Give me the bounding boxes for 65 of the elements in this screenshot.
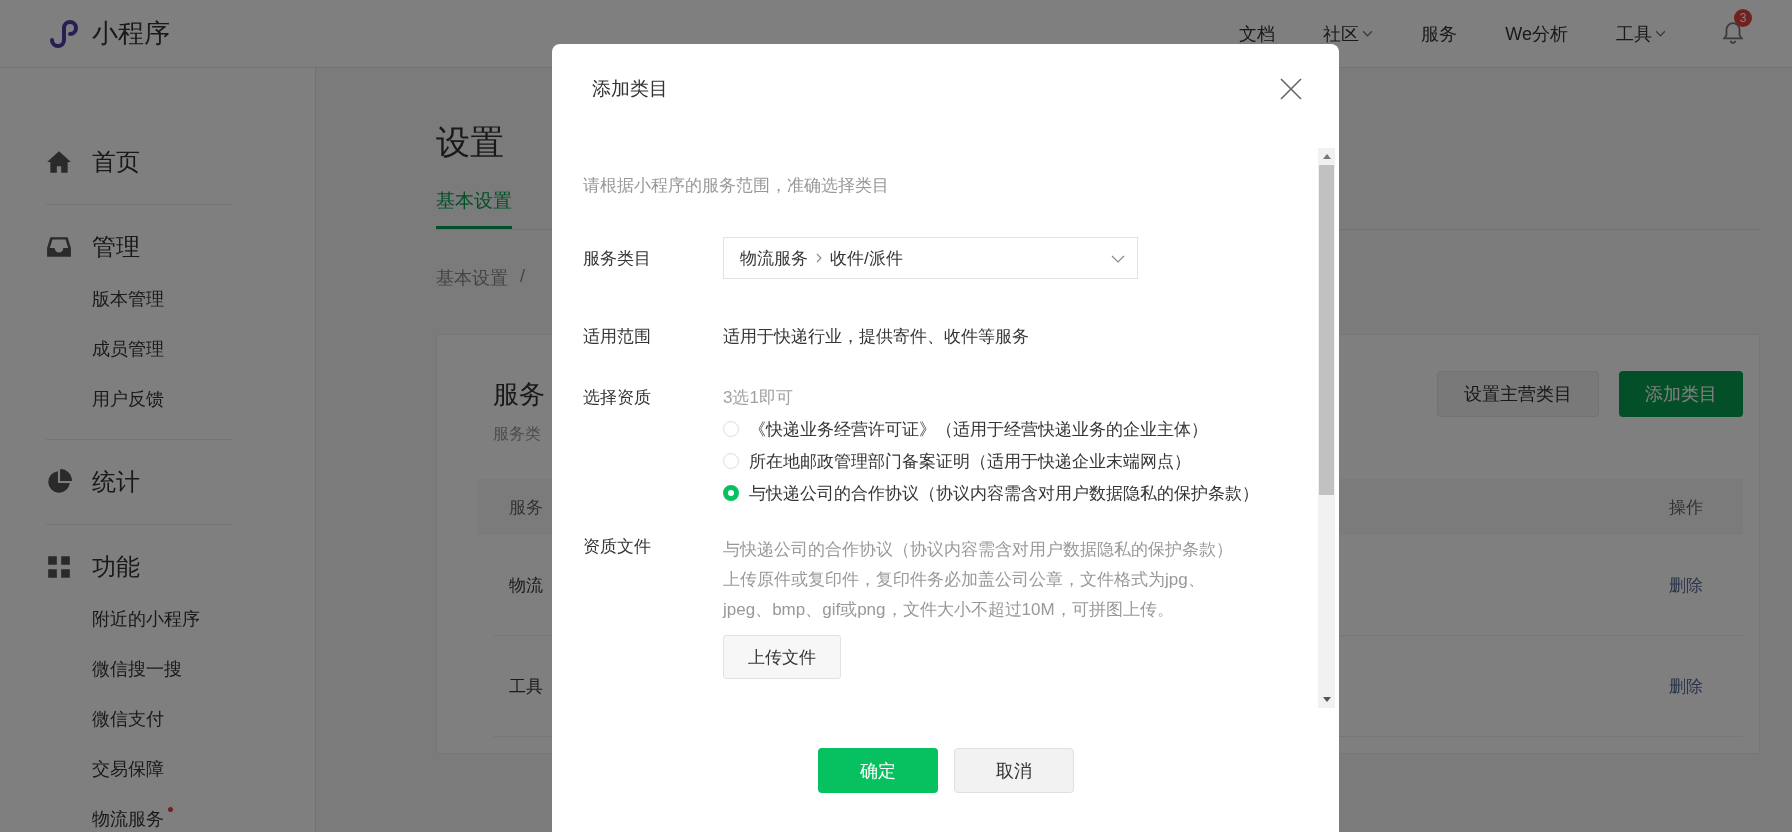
nav-link[interactable]: 工具 bbox=[1616, 21, 1666, 46]
notification-dot bbox=[168, 807, 173, 812]
action-button[interactable]: 添加类目 bbox=[1619, 371, 1743, 417]
table-cell-text: 工具 bbox=[509, 675, 543, 698]
sidebar-item[interactable]: 附近的小程序 bbox=[92, 607, 200, 631]
sidebar-section[interactable]: 功能 bbox=[92, 551, 140, 583]
field-hint: 3选1即可 bbox=[723, 387, 794, 409]
dialog-hint: 请根据小程序的服务范围，准确选择类目 bbox=[583, 175, 890, 197]
page-title: 设置 bbox=[436, 122, 504, 163]
sidebar-section[interactable]: 管理 bbox=[92, 231, 140, 263]
section-title: 服务 bbox=[493, 378, 545, 411]
breadcrumb-item: / bbox=[520, 266, 525, 288]
notification-badge: 3 bbox=[1734, 8, 1752, 27]
nav-link[interactable]: 文档 bbox=[1239, 21, 1276, 46]
delete-link[interactable]: 删除 bbox=[1669, 573, 1703, 597]
caret-icon bbox=[1111, 255, 1125, 263]
radio-label: 与快递公司的合作协议（协议内容需含对用户数据隐私的保护条款） bbox=[749, 482, 1259, 505]
home-icon bbox=[46, 149, 72, 175]
select-value: 物流服务 bbox=[740, 247, 808, 270]
scroll-down-icon[interactable] bbox=[1322, 697, 1331, 702]
table-cell-text: 物流 bbox=[509, 574, 543, 597]
column-header: 操作 bbox=[1669, 496, 1703, 519]
radio-label: 所在地邮政管理部门备案证明（适用于快递企业末端网点） bbox=[749, 450, 1191, 473]
dialog-button[interactable]: 取消 bbox=[953, 748, 1074, 793]
close-icon[interactable] bbox=[1279, 77, 1303, 101]
field-label: 资质文件 bbox=[583, 536, 652, 558]
column-header: 服务 bbox=[509, 496, 543, 519]
radio-button[interactable] bbox=[723, 485, 739, 501]
radio-label: 《快递业务经营许可证》（适用于经营快递业务的企业主体） bbox=[749, 418, 1208, 441]
bell-icon[interactable] bbox=[1722, 20, 1744, 45]
field-label: 选择资质 bbox=[583, 387, 652, 409]
dialog-title: 添加类目 bbox=[592, 77, 668, 101]
nav-link[interactable]: 社区 bbox=[1323, 21, 1374, 46]
tab[interactable]: 基本设置 bbox=[436, 188, 512, 229]
chevron-icon bbox=[816, 253, 822, 263]
app-name: 小程序 bbox=[92, 17, 170, 50]
sidebar-item[interactable]: 成员管理 bbox=[92, 337, 164, 361]
field-label: 适用范围 bbox=[583, 326, 652, 348]
dialog-button[interactable]: 确定 bbox=[817, 748, 938, 793]
upload-instructions: 上传原件或复印件，复印件务必加盖公司公章，文件格式为jpg、jpeg、bmp、gif或png，文件大小不超过10M，可拼图上传。 bbox=[723, 569, 1206, 621]
pie-chart-icon bbox=[46, 469, 72, 495]
field-label: 服务类目 bbox=[583, 247, 652, 270]
caret-icon bbox=[1362, 30, 1374, 37]
delete-link[interactable]: 删除 bbox=[1669, 674, 1703, 698]
sidebar-item[interactable]: 物流服务 bbox=[92, 807, 164, 831]
sidebar-item[interactable]: 微信支付 bbox=[92, 707, 164, 731]
nav-link[interactable]: We分析 bbox=[1505, 21, 1568, 46]
caret-icon bbox=[1655, 30, 1666, 37]
sidebar-item[interactable]: 用户反馈 bbox=[92, 387, 164, 411]
sidebar-section[interactable]: 首页 bbox=[92, 146, 140, 178]
scrollbar[interactable] bbox=[1318, 148, 1335, 708]
nav-link[interactable]: 服务 bbox=[1421, 21, 1458, 46]
grid-icon bbox=[46, 554, 72, 580]
field-value: 适用于快递行业，提供寄件、收件等服务 bbox=[723, 327, 1029, 346]
select-value: 收件/派件 bbox=[830, 247, 903, 270]
scroll-up-icon[interactable] bbox=[1322, 154, 1331, 159]
sidebar-item[interactable]: 交易保障 bbox=[92, 757, 164, 781]
sidebar-item[interactable]: 微信搜一搜 bbox=[92, 657, 182, 681]
sidebar-item[interactable]: 版本管理 bbox=[92, 287, 164, 311]
sidebar-section[interactable]: 统计 bbox=[92, 466, 140, 498]
inbox-icon bbox=[46, 234, 72, 260]
upload-button[interactable]: 上传文件 bbox=[723, 635, 841, 679]
category-select[interactable]: 物流服务 收件/派件 bbox=[723, 237, 1138, 279]
file-requirement: 与快递公司的合作协议（协议内容需含对用户数据隐私的保护条款） bbox=[723, 539, 1233, 561]
action-button[interactable]: 设置主营类目 bbox=[1437, 371, 1599, 417]
